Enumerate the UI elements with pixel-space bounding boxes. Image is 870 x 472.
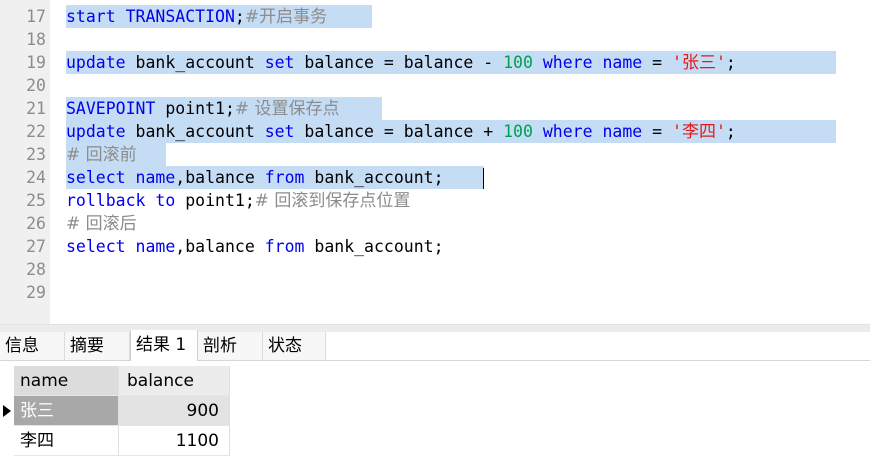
line-number: 26 xyxy=(26,214,46,233)
line-number: 28 xyxy=(26,260,46,279)
line-number: 19 xyxy=(26,53,46,72)
code-token: ; xyxy=(725,122,736,141)
tab-summary[interactable]: 摘要 xyxy=(65,332,130,360)
line-number: 24 xyxy=(26,168,46,187)
code-token: rollback xyxy=(66,191,146,210)
code-token: name xyxy=(602,53,643,72)
code-line[interactable]: rollback to point1;# 回滚到保存点位置 xyxy=(66,189,410,212)
line-number: 22 xyxy=(26,122,46,141)
code-token: where xyxy=(542,122,593,141)
code-line[interactable]: # 回滚后 xyxy=(66,212,137,235)
code-token: balance = balance + xyxy=(294,122,504,141)
result-tab-bar: 信息 摘要 结果 1 剖析 状态 xyxy=(0,330,870,361)
cell-name[interactable]: 张三 xyxy=(14,396,119,426)
code-token: bank_account; xyxy=(304,237,444,256)
code-token: bank_account xyxy=(125,122,265,141)
code-token: ; xyxy=(725,53,736,72)
code-token: = xyxy=(642,53,673,72)
code-token: ' xyxy=(715,122,726,141)
code-token: to xyxy=(155,191,176,210)
code-token: where xyxy=(542,53,593,72)
line-number: 23 xyxy=(26,145,46,164)
line-number: 29 xyxy=(26,283,46,302)
code-token: update xyxy=(66,53,126,72)
line-number: 17 xyxy=(26,7,46,26)
code-line[interactable]: select name,balance from bank_account; xyxy=(66,235,444,258)
code-token: from xyxy=(264,237,305,256)
code-token: = xyxy=(642,122,673,141)
code-token: name xyxy=(135,168,176,187)
code-token: point1; xyxy=(175,191,255,210)
code-token: update xyxy=(66,122,126,141)
code-line[interactable]: update bank_account set balance = balanc… xyxy=(66,51,736,74)
code-token: select xyxy=(66,237,126,256)
cell-name[interactable]: 李四 xyxy=(14,426,119,456)
code-line[interactable]: SAVEPOINT point1;# 设置保存点 xyxy=(66,97,340,120)
code-token: 100 xyxy=(503,122,533,141)
code-token: name xyxy=(602,122,643,141)
code-token: ' xyxy=(672,53,682,72)
code-token: select xyxy=(66,168,126,187)
tab-info[interactable]: 信息 xyxy=(0,332,65,360)
code-token: ' xyxy=(672,122,682,141)
column-header-name[interactable]: name xyxy=(14,366,119,396)
column-header-balance[interactable]: balance xyxy=(119,366,230,396)
code-token: start TRANSACTION xyxy=(66,7,235,26)
code-token: ' xyxy=(715,53,726,72)
code-token: SAVEPOINT xyxy=(66,99,156,118)
code-token: balance = balance - xyxy=(294,53,504,72)
code-line[interactable]: start TRANSACTION;#开启事务 xyxy=(66,5,327,28)
text-caret xyxy=(483,168,484,189)
code-line[interactable]: update bank_account set balance = balanc… xyxy=(66,120,736,143)
code-token: bank_account xyxy=(125,53,265,72)
code-token: # 回滚前 xyxy=(66,145,137,165)
code-token: name xyxy=(135,237,176,256)
line-number: 25 xyxy=(26,191,46,210)
code-token: point1; xyxy=(155,99,235,118)
code-line[interactable]: # 回滚前 xyxy=(66,143,137,166)
cell-balance[interactable]: 900 xyxy=(119,396,230,426)
code-token: bank_account; xyxy=(304,168,444,187)
code-token: 100 xyxy=(503,53,533,72)
tab-result-1[interactable]: 结果 1 xyxy=(130,330,198,361)
line-number: 27 xyxy=(26,237,46,256)
sql-editor[interactable]: 17 18 19 20 21 22 23 24 25 26 27 28 29 start TRANSAC… xyxy=(0,0,870,324)
code-token: ,balance xyxy=(175,237,265,256)
code-token: set xyxy=(264,122,295,141)
tab-status[interactable]: 状态 xyxy=(263,332,326,360)
code-token: 张三 xyxy=(681,53,716,73)
code-token: # 设置保存点 xyxy=(234,99,340,119)
line-number: 20 xyxy=(26,76,46,95)
code-token: # 回滚到保存点位置 xyxy=(254,191,411,211)
code-token: set xyxy=(264,53,295,72)
line-number-gutter: 17 18 19 20 21 22 23 24 25 26 27 28 29 xyxy=(0,0,50,324)
code-token: 李四 xyxy=(681,122,716,142)
code-token: from xyxy=(264,168,305,187)
row-indicator xyxy=(0,396,14,426)
code-token: ,balance xyxy=(175,168,265,187)
line-number: 21 xyxy=(26,99,46,118)
code-token: #开启事务 xyxy=(244,7,328,27)
current-row-triangle-icon xyxy=(3,405,11,417)
line-number: 18 xyxy=(26,30,46,49)
code-token: # 回滚后 xyxy=(66,214,137,234)
code-line[interactable]: select name,balance from bank_account; xyxy=(66,166,444,189)
tab-profile[interactable]: 剖析 xyxy=(198,332,263,360)
code-token: ; xyxy=(234,7,245,26)
cell-balance[interactable]: 1100 xyxy=(119,426,230,456)
